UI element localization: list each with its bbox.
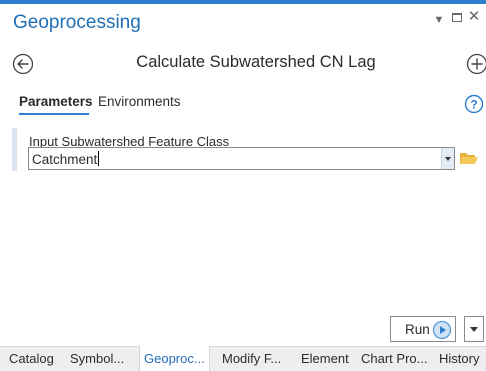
play-circle-icon <box>432 320 452 340</box>
help-button[interactable]: ? <box>464 94 484 114</box>
browse-button[interactable] <box>459 149 479 167</box>
dock-tab-catalog[interactable]: Catalog <box>9 351 54 366</box>
add-circle-icon <box>466 53 486 75</box>
active-tab-indicator <box>19 113 89 115</box>
dock-tab-chart-properties[interactable]: Chart Pro... <box>361 351 427 366</box>
maximize-icon <box>452 13 462 22</box>
run-label: Run <box>405 322 430 337</box>
input-feature-class-value[interactable]: Catchment <box>32 151 100 167</box>
pane-options-button[interactable]: ▼ <box>432 13 446 27</box>
tab-environments[interactable]: Environments <box>98 94 181 109</box>
folder-icon <box>460 153 478 164</box>
dock-tab-strip: Catalog Symbol... Geoproc... Modify F...… <box>0 346 486 371</box>
svg-text:?: ? <box>470 98 477 112</box>
dock-tab-modify-features[interactable]: Modify F... <box>222 351 281 366</box>
run-options-dropdown[interactable] <box>464 316 484 342</box>
parameter-focus-marker <box>12 128 17 171</box>
pane-accent-bar <box>0 0 486 4</box>
close-button[interactable]: ✕ <box>467 8 481 25</box>
dropdown-arrow-button[interactable] <box>441 148 454 169</box>
geoprocessing-pane: Geoprocessing ▼ ✕ Calculate Subwatershed… <box>0 0 486 371</box>
text-caret <box>98 151 100 166</box>
close-icon: ✕ <box>467 8 481 25</box>
dock-tab-element[interactable]: Element <box>301 351 349 366</box>
tab-parameters[interactable]: Parameters <box>19 94 93 109</box>
chevron-down-icon: ▼ <box>433 14 445 26</box>
run-button[interactable]: Run <box>390 316 456 342</box>
maximize-button[interactable] <box>450 11 464 25</box>
tool-title: Calculate Subwatershed CN Lag <box>136 53 376 71</box>
help-icon: ? <box>464 94 484 114</box>
dock-tab-geoprocessing[interactable]: Geoproc... <box>139 346 210 371</box>
add-tool-button[interactable] <box>466 53 486 75</box>
input-feature-class-combobox[interactable]: Catchment <box>28 147 455 170</box>
pane-title: Geoprocessing <box>13 12 141 33</box>
dock-tab-history[interactable]: History <box>439 351 479 366</box>
dock-tab-symbology[interactable]: Symbol... <box>70 351 124 366</box>
